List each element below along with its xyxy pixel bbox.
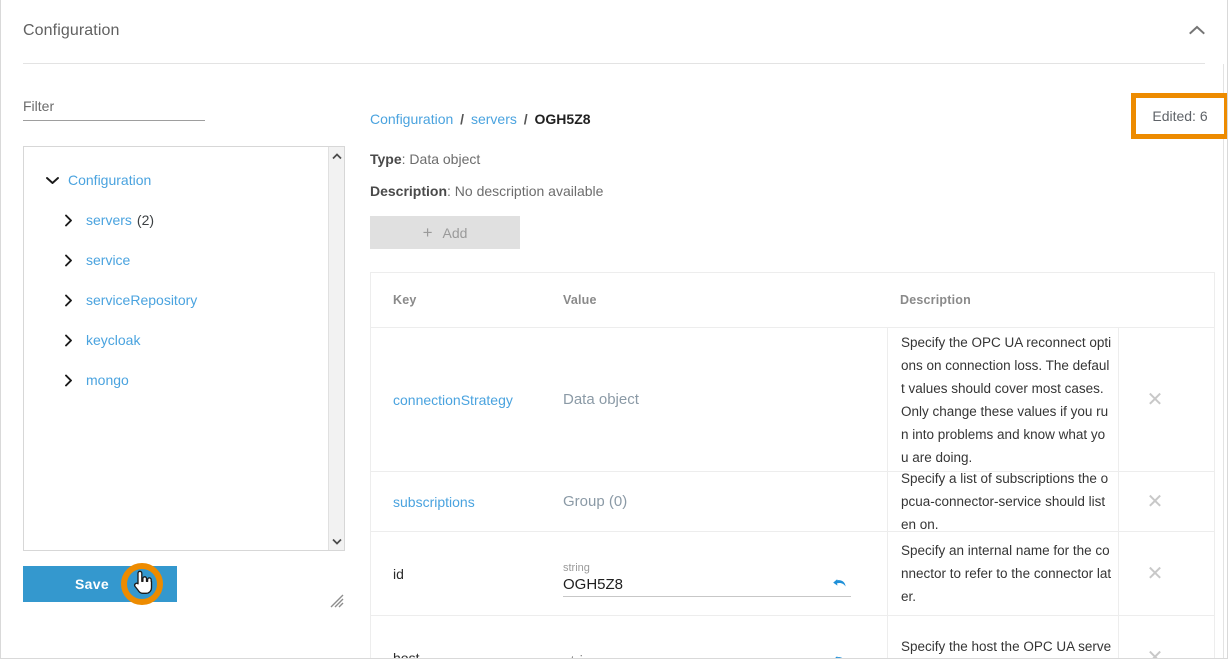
add-button-label: Add (443, 225, 468, 241)
resize-grip-icon[interactable] (330, 594, 344, 608)
table-row: id string Specif (371, 532, 1214, 616)
breadcrumb-item-current: OGH5Z8 (535, 111, 591, 127)
host-value-input[interactable] (563, 653, 823, 659)
tree-item-keycloak[interactable]: keycloak (24, 320, 328, 360)
tree-item-label: mongo (86, 372, 129, 388)
chevron-right-icon[interactable] (64, 334, 86, 347)
tree-item-servers[interactable]: servers (2) (24, 200, 328, 240)
table-row: subscriptions Group (0) Specify a list o… (371, 472, 1214, 532)
card-header: Configuration (1, 0, 1227, 63)
edited-badge-highlight: Edited: 6 (1131, 93, 1227, 139)
row-value: Group (0) (563, 493, 627, 510)
configuration-card: Configuration Configuration (0, 0, 1228, 659)
tree-item-label: serviceRepository (86, 292, 197, 308)
table-header-row: Key Value Description (371, 273, 1214, 328)
tree-item-label: service (86, 252, 130, 268)
chevron-up-icon[interactable] (1181, 14, 1213, 46)
tree-item-label: keycloak (86, 332, 140, 348)
undo-icon[interactable] (829, 652, 851, 659)
row-description: Specify the OPC UA reconnect options on … (901, 331, 1112, 469)
column-header-value: Value (563, 293, 597, 307)
status-badge: Edited: 6 (1152, 108, 1207, 124)
close-icon[interactable]: ✕ (1147, 648, 1164, 659)
value-type-label: string (563, 561, 851, 575)
type-value: Data object (409, 151, 480, 167)
tree-item-label: servers (86, 212, 132, 228)
plus-icon: + (423, 224, 433, 241)
value-field (563, 642, 851, 659)
chevron-right-icon[interactable] (64, 294, 86, 307)
row-description: Specify an internal name for the connect… (901, 539, 1112, 608)
type-label: Type (370, 151, 402, 167)
add-button[interactable]: + Add (370, 216, 520, 249)
row-key-link[interactable]: subscriptions (393, 494, 475, 510)
description-label: Description (370, 183, 447, 199)
id-value-input[interactable] (563, 576, 823, 593)
tree-items: Configuration servers (2) (24, 147, 328, 550)
tree-scrollbar[interactable] (328, 147, 344, 550)
table-row: connectionStrategy Data object Specify t… (371, 328, 1214, 472)
chevron-down-icon[interactable] (46, 176, 68, 185)
breadcrumb-item-servers[interactable]: servers (471, 111, 517, 127)
tree-panel: Configuration servers (2) (1, 64, 361, 658)
row-description: Specify the host the OPC UA server is ru… (901, 635, 1112, 659)
scrollbar-up-arrow-icon[interactable] (329, 148, 344, 164)
description-row: Description: No description available (370, 183, 603, 199)
breadcrumb-separator: / (460, 111, 464, 127)
row-key-link[interactable]: connectionStrategy (393, 392, 513, 408)
chevron-right-icon[interactable] (64, 214, 86, 227)
save-button[interactable]: Save (23, 566, 177, 602)
row-key: host (393, 650, 419, 659)
undo-icon[interactable] (829, 575, 851, 593)
close-icon[interactable]: ✕ (1147, 492, 1164, 512)
tree-item-servicerepository[interactable]: serviceRepository (24, 280, 328, 320)
close-icon[interactable]: ✕ (1147, 564, 1164, 584)
chevron-right-icon[interactable] (64, 374, 86, 387)
tree-item-label: Configuration (68, 172, 151, 188)
column-header-key: Key (393, 293, 417, 307)
type-row: Type: Data object (370, 151, 480, 167)
page-title: Configuration (23, 22, 119, 40)
configuration-tree: Configuration servers (2) (23, 146, 345, 551)
tree-item-service[interactable]: service (24, 240, 328, 280)
breadcrumb: Configuration / servers / OGH5Z8 (370, 111, 591, 127)
row-key: id (393, 566, 404, 582)
description-value: No description available (455, 183, 604, 199)
row-description: Specify a list of subscriptions the opcu… (901, 467, 1112, 536)
breadcrumb-item-configuration[interactable]: Configuration (370, 111, 453, 127)
tree-item-mongo[interactable]: mongo (24, 360, 328, 400)
table-row: host Specify th (371, 616, 1214, 658)
detail-panel: Configuration / servers / OGH5Z8 Edited:… (361, 64, 1227, 658)
chevron-right-icon[interactable] (64, 254, 86, 267)
column-header-description: Description (900, 293, 971, 307)
tree-item-configuration[interactable]: Configuration (24, 160, 328, 200)
row-value: Data object (563, 391, 639, 408)
breadcrumb-separator: / (524, 111, 528, 127)
properties-table: Key Value Description connectionStrategy… (370, 272, 1215, 658)
value-field: string (563, 551, 851, 597)
scrollbar-down-arrow-icon[interactable] (329, 533, 344, 549)
tree-item-count: (2) (137, 212, 154, 228)
filter-field-wrap (23, 98, 205, 121)
close-icon[interactable]: ✕ (1147, 390, 1164, 410)
filter-input[interactable] (23, 98, 205, 121)
